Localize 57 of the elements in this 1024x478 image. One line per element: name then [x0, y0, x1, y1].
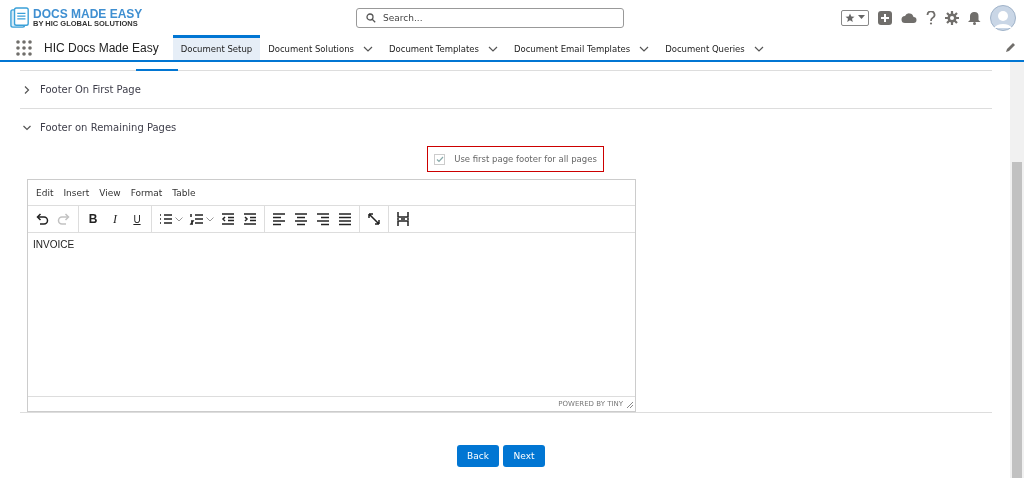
editor-menu-item[interactable]: Format: [130, 187, 163, 198]
checkbox-label: Use first page footer for all pages: [454, 154, 597, 164]
scrollbar[interactable]: [1010, 62, 1024, 478]
logo-title: DOCS MADE EASY: [33, 7, 143, 20]
align-right-icon[interactable]: [315, 211, 331, 227]
star-icon: [845, 12, 855, 23]
add-icon[interactable]: [878, 10, 892, 25]
section-header[interactable]: Footer On First Page: [20, 71, 992, 108]
italic-button[interactable]: I: [107, 211, 123, 227]
editor-menu-item[interactable]: Table: [172, 187, 196, 198]
search-field[interactable]: Search...: [356, 7, 624, 28]
outdent-icon[interactable]: [220, 211, 236, 227]
editor-menu-item[interactable]: Edit: [36, 187, 54, 198]
editor-menu-item[interactable]: Insert: [63, 187, 90, 198]
align-center-icon[interactable]: [293, 211, 309, 227]
back-button[interactable]: Back: [457, 445, 499, 467]
chevron-down-icon[interactable]: [363, 46, 373, 52]
app-launcher-icon[interactable]: [16, 39, 32, 56]
editor-content[interactable]: INVOICE: [28, 233, 635, 396]
next-button[interactable]: Next: [503, 445, 545, 467]
settings-icon[interactable]: [945, 10, 959, 25]
justify-icon[interactable]: [337, 211, 353, 227]
help-icon[interactable]: [926, 10, 936, 25]
nav-tab[interactable]: Document Email Templates: [505, 35, 658, 60]
chevron-down-icon[interactable]: [639, 46, 650, 52]
bullets-icon[interactable]: [158, 211, 174, 227]
bold-button[interactable]: B: [85, 212, 101, 226]
resize-handle-icon[interactable]: [626, 400, 633, 408]
caret-icon[interactable]: [206, 216, 214, 222]
document-logo-icon: [10, 6, 30, 29]
numbers-icon[interactable]: [189, 211, 205, 227]
nav-tab[interactable]: Document Templates: [381, 35, 506, 60]
edit-icon[interactable]: [1005, 42, 1016, 53]
align-left-icon[interactable]: [271, 211, 287, 227]
nav-tab[interactable]: Document Solutions: [260, 35, 381, 60]
editor-text: INVOICE: [33, 239, 75, 250]
fullscreen-icon[interactable]: [366, 211, 382, 227]
section-header[interactable]: Footer on Remaining Pages: [20, 109, 992, 146]
chevron-down-icon[interactable]: [753, 46, 764, 52]
caret-icon[interactable]: [175, 216, 183, 222]
app-name: HIC Docs Made Easy: [44, 40, 159, 55]
favorites-button[interactable]: [841, 9, 869, 26]
cloud-icon[interactable]: [901, 11, 917, 24]
underline-button[interactable]: U: [129, 213, 145, 225]
chevron-icon: [23, 85, 31, 94]
undo-icon[interactable]: [34, 211, 50, 227]
editor-menu-item[interactable]: View: [99, 187, 121, 198]
checkbox[interactable]: [434, 153, 446, 165]
chevron-icon: [23, 123, 31, 132]
search-icon: [366, 12, 376, 23]
nav-tab[interactable]: Document Queries: [657, 35, 772, 60]
indent-icon[interactable]: [242, 211, 258, 227]
bell-icon[interactable]: [968, 10, 981, 25]
pagebreak-icon[interactable]: [395, 211, 411, 227]
caret-icon: [858, 15, 865, 20]
chevron-down-icon[interactable]: [487, 46, 498, 52]
nav-tab[interactable]: Document Setup: [172, 35, 261, 60]
